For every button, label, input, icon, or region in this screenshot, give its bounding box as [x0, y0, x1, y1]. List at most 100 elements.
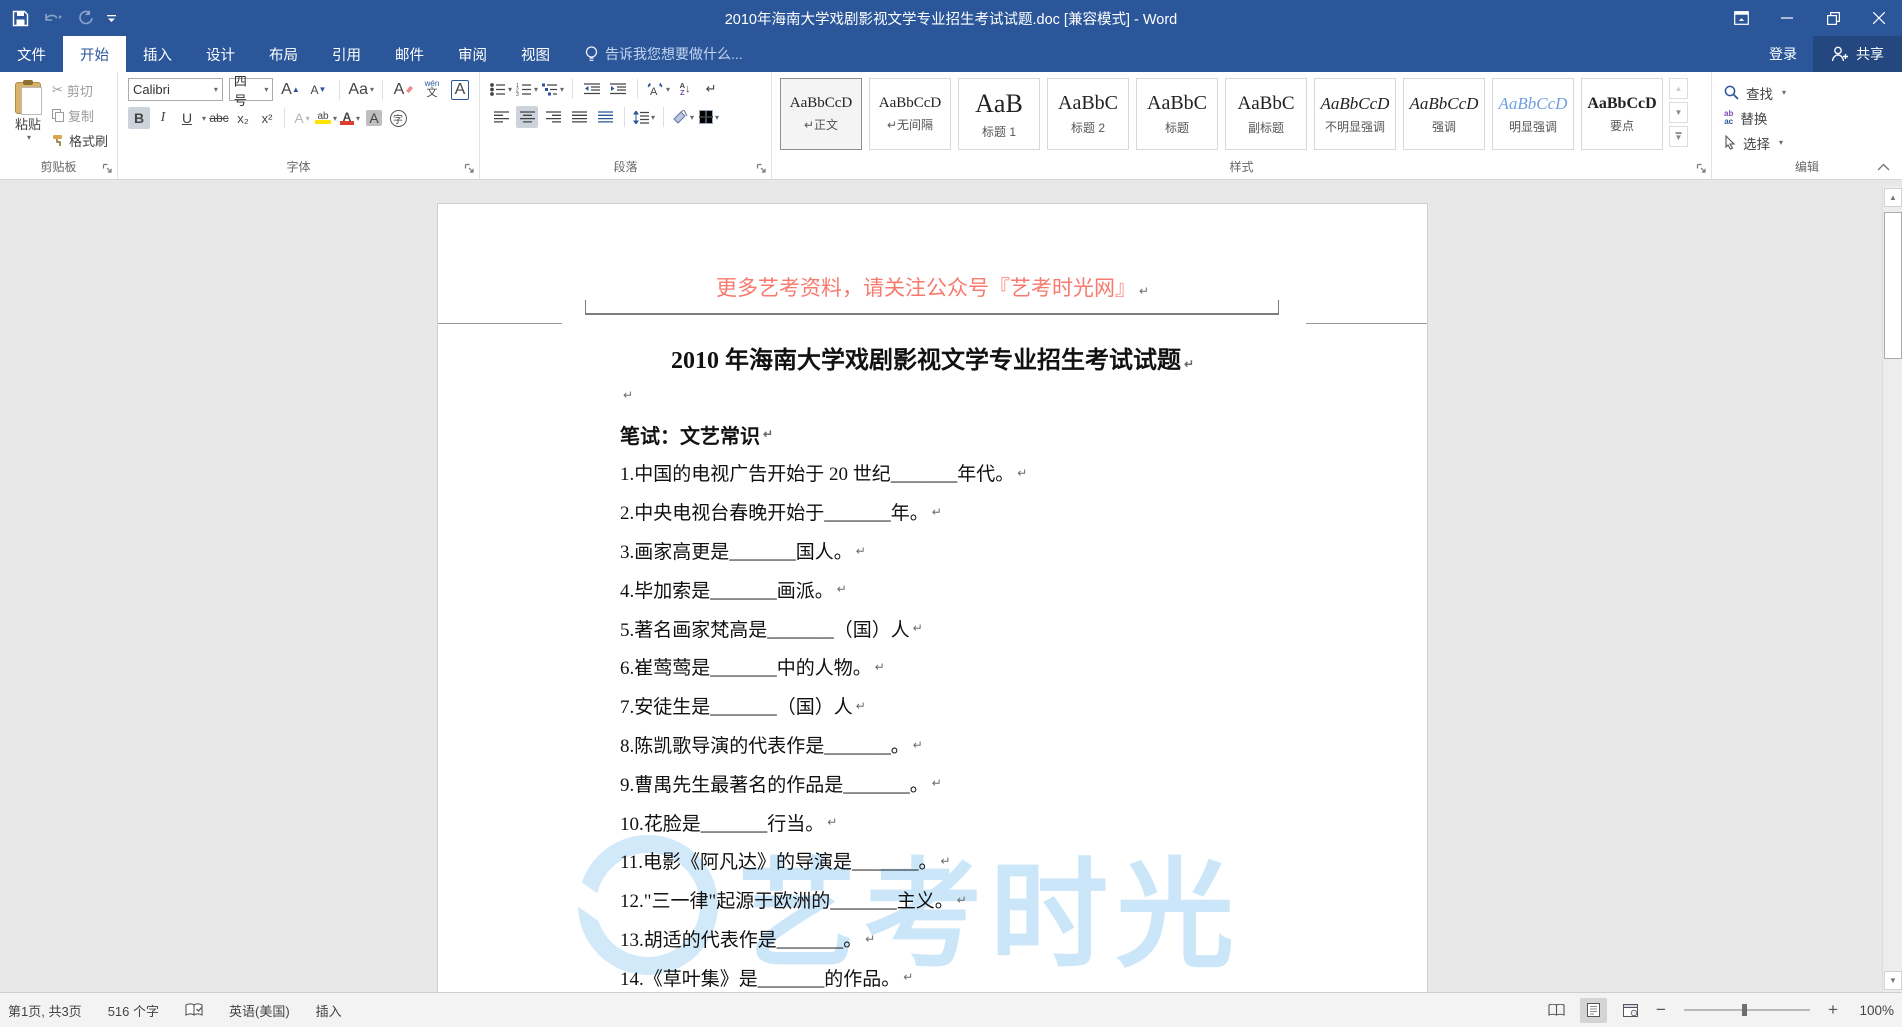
bullets-button[interactable]: ▾	[490, 78, 512, 100]
sort-button[interactable]: AZ↓	[674, 78, 696, 100]
underline-chevron-icon[interactable]: ▾	[202, 114, 206, 123]
minimize-icon[interactable]	[1764, 0, 1810, 36]
enclose-characters-button[interactable]: 字	[387, 107, 409, 129]
collapse-ribbon-icon[interactable]	[1877, 163, 1890, 171]
character-shading-button[interactable]: A	[363, 107, 385, 129]
character-border-button[interactable]: A	[449, 79, 471, 101]
text-effects-button[interactable]: A▾	[291, 107, 313, 129]
borders-button[interactable]: ▾	[698, 106, 720, 128]
font-size-combo[interactable]: 四号▾	[229, 78, 274, 101]
tab-8[interactable]: 视图	[504, 36, 567, 72]
distribute-button[interactable]	[594, 106, 616, 128]
save-icon[interactable]	[12, 10, 29, 27]
bold-button[interactable]: B	[128, 107, 150, 129]
tab-0[interactable]: 文件	[0, 36, 63, 72]
restore-icon[interactable]	[1810, 0, 1856, 36]
tab-2[interactable]: 插入	[126, 36, 189, 72]
style-item-4[interactable]: AaBbC标题	[1136, 78, 1218, 150]
style-item-2[interactable]: AaB标题 1	[958, 78, 1040, 150]
tab-3[interactable]: 设计	[189, 36, 252, 72]
style-item-8[interactable]: AaBbCcD明显强调	[1492, 78, 1574, 150]
undo-icon[interactable]	[43, 11, 63, 26]
select-button[interactable]: 选择▾	[1724, 130, 1902, 155]
zoom-in-button[interactable]: +	[1826, 1000, 1840, 1020]
page-indicator[interactable]: 第1页, 共3页	[8, 1001, 82, 1020]
underline-button[interactable]: U	[176, 107, 198, 129]
gallery-more-icon[interactable]: ▬▼	[1669, 126, 1688, 147]
zoom-out-button[interactable]: −	[1654, 1000, 1668, 1020]
find-button[interactable]: 查找▾	[1724, 80, 1902, 105]
superscript-button[interactable]: x²	[256, 107, 278, 129]
share-button[interactable]: 共享	[1813, 36, 1902, 72]
multilevel-list-button[interactable]: ▾	[542, 78, 564, 100]
phonetic-guide-button[interactable]: wén文	[421, 79, 443, 101]
language-indicator[interactable]: 英语(美国)	[229, 1001, 290, 1020]
sign-in-button[interactable]: 登录	[1753, 36, 1813, 72]
proofing-status-icon[interactable]	[185, 1003, 203, 1018]
paste-button[interactable]: 粘贴 ▾	[6, 80, 50, 170]
vertical-scrollbar[interactable]: ▲ ▼	[1882, 186, 1902, 992]
zoom-slider-thumb[interactable]	[1742, 1004, 1747, 1016]
tab-5[interactable]: 引用	[315, 36, 378, 72]
show-hide-marks-button[interactable]: ↵	[700, 78, 722, 100]
gallery-scroll-down-icon[interactable]: ▼	[1669, 102, 1688, 123]
tab-6[interactable]: 邮件	[378, 36, 441, 72]
close-icon[interactable]	[1856, 0, 1902, 36]
increase-indent-button[interactable]	[607, 78, 629, 100]
shrink-font-button[interactable]: A▼	[307, 79, 329, 101]
paragraph-dialog-launcher-icon[interactable]	[756, 163, 767, 174]
highlight-button[interactable]: ab▾	[315, 107, 337, 129]
read-mode-icon[interactable]	[1543, 998, 1570, 1023]
web-layout-icon[interactable]	[1617, 998, 1644, 1023]
decrease-indent-button[interactable]	[581, 78, 603, 100]
style-item-1[interactable]: AaBbCcD↵无间隔	[869, 78, 951, 150]
zoom-level[interactable]: 100%	[1850, 1003, 1894, 1018]
font-dialog-launcher-icon[interactable]	[464, 163, 475, 174]
scroll-up-icon[interactable]: ▲	[1884, 188, 1902, 207]
scrollbar-thumb[interactable]	[1884, 212, 1902, 359]
justify-button[interactable]	[568, 106, 590, 128]
style-item-3[interactable]: AaBbC标题 2	[1047, 78, 1129, 150]
grow-font-button[interactable]: A▲	[279, 79, 301, 101]
style-item-0[interactable]: AaBbCcD↵正文	[780, 78, 862, 150]
change-case-button[interactable]: Aa▾	[350, 79, 372, 101]
style-item-9[interactable]: AaBbCcD要点	[1581, 78, 1663, 150]
align-left-button[interactable]	[490, 106, 512, 128]
strikethrough-button[interactable]: abc	[208, 107, 230, 129]
tell-me-box[interactable]: 告诉我您想要做什么...	[585, 36, 743, 72]
replace-button[interactable]: ab ac 替换	[1724, 105, 1902, 130]
line-spacing-button[interactable]: ▾	[633, 106, 655, 128]
scroll-down-icon[interactable]: ▼	[1884, 971, 1902, 990]
numbering-button[interactable]: 123▾	[516, 78, 538, 100]
zoom-slider[interactable]	[1684, 1009, 1810, 1011]
align-center-button[interactable]	[516, 106, 538, 128]
font-name-combo[interactable]: Calibri▾	[128, 78, 223, 101]
gallery-scroll-up-icon[interactable]: ▲	[1669, 78, 1688, 99]
clear-formatting-button[interactable]: A	[393, 79, 415, 101]
word-count[interactable]: 516 个字	[108, 1001, 159, 1020]
redo-icon[interactable]	[77, 10, 93, 26]
tab-1[interactable]: 开始	[63, 36, 126, 72]
style-item-7[interactable]: AaBbCcD强调	[1403, 78, 1485, 150]
subscript-button[interactable]: x₂	[232, 107, 254, 129]
italic-button[interactable]: I	[152, 107, 174, 129]
style-item-6[interactable]: AaBbCcD不明显强调	[1314, 78, 1396, 150]
print-layout-icon[interactable]	[1580, 998, 1607, 1023]
copy-button[interactable]: 复制	[52, 105, 108, 125]
insert-mode-indicator[interactable]: 插入	[316, 1001, 342, 1020]
ribbon-display-options-icon[interactable]	[1718, 0, 1764, 36]
document-page[interactable]: 艺考时光 更多艺考资料，请关注公众号『艺考时光网』↵ 2010 年海南大学戏剧影…	[437, 203, 1428, 992]
font-color-button[interactable]: A▾	[339, 107, 361, 129]
style-item-5[interactable]: AaBbC副标题	[1225, 78, 1307, 150]
clipboard-dialog-launcher-icon[interactable]	[102, 163, 113, 174]
document-body[interactable]: ↵笔试：文艺常识↵1.中国的电视广告开始于 20 世纪_______年代。↵2.…	[620, 376, 1397, 992]
styles-dialog-launcher-icon[interactable]	[1696, 163, 1707, 174]
tab-7[interactable]: 审阅	[441, 36, 504, 72]
format-painter-button[interactable]: 格式刷	[52, 130, 108, 150]
cut-button[interactable]: ✂剪切	[52, 80, 108, 100]
align-right-button[interactable]	[542, 106, 564, 128]
customize-qat-icon[interactable]	[107, 14, 116, 23]
shading-button[interactable]: ▾	[672, 106, 694, 128]
tab-4[interactable]: 布局	[252, 36, 315, 72]
asian-layout-button[interactable]: A▾	[646, 78, 670, 100]
